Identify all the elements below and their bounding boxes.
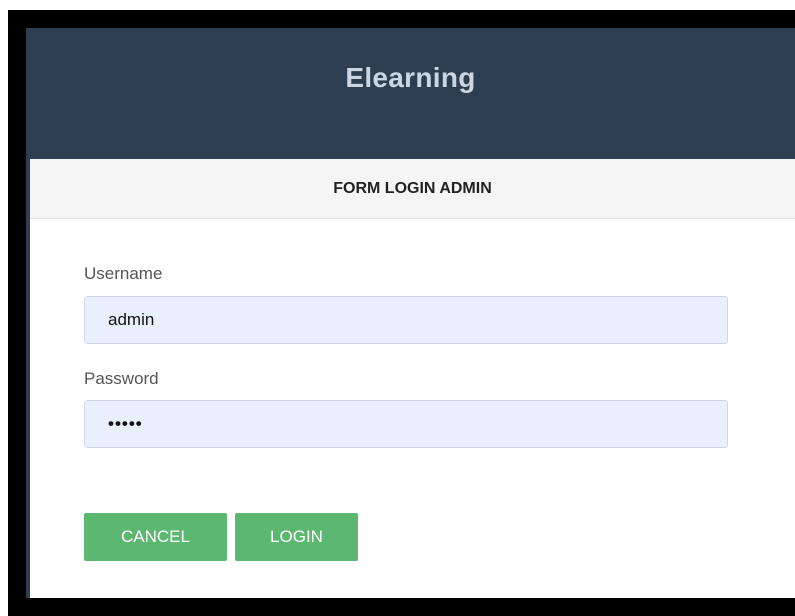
panel-heading: FORM LOGIN ADMIN	[30, 159, 795, 219]
login-button[interactable]: LOGIN	[235, 513, 358, 561]
cancel-button[interactable]: CANCEL	[84, 513, 227, 561]
app-title: Elearning	[345, 62, 476, 93]
screenshot-frame: Elearning FORM LOGIN ADMIN Username Pass…	[8, 10, 795, 616]
username-input[interactable]	[84, 296, 728, 344]
login-page: Elearning FORM LOGIN ADMIN Username Pass…	[26, 28, 795, 598]
password-label: Password	[84, 369, 159, 388]
password-input[interactable]	[84, 400, 728, 448]
username-label: Username	[84, 264, 163, 283]
login-panel: FORM LOGIN ADMIN Username Password CANCE…	[30, 159, 795, 598]
